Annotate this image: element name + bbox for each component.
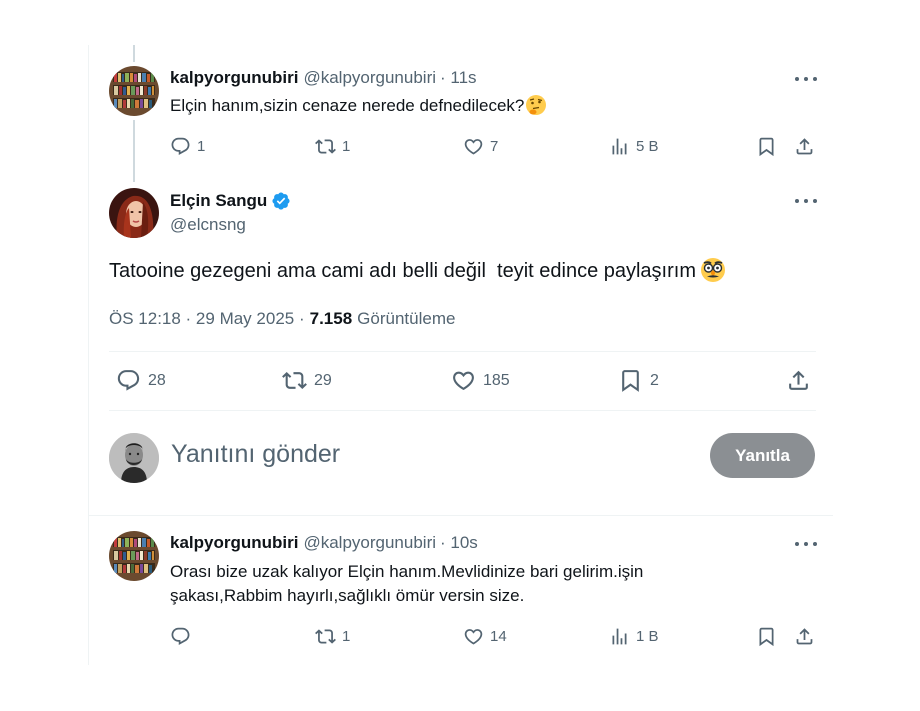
tweet-meta: ÖS 12:18 · 29 May 2025 · 7.158 Görüntüle… (109, 309, 455, 329)
tweet-text-line: Orası bize uzak kalıyor Elçin hanım.Mevl… (170, 562, 644, 581)
divider (109, 410, 816, 411)
reply-icon (171, 627, 190, 645)
retweet-icon (282, 372, 307, 389)
avatar[interactable] (109, 188, 159, 238)
avatar[interactable] (109, 531, 159, 581)
retweet-icon (315, 139, 336, 154)
timestamp[interactable]: · 11s (440, 68, 477, 88)
thread-line (133, 120, 135, 182)
timestamp[interactable]: · 10s (440, 533, 478, 553)
bookshelf-avatar-image (109, 66, 159, 116)
like-count: 14 (490, 628, 507, 645)
views-action[interactable]: 5 B (609, 136, 659, 157)
tweet-text-line: şakası,Rabbim hayırlı,sağlıklı ömür vers… (170, 586, 525, 605)
retweet-action[interactable]: 1 (315, 136, 350, 157)
share-icon (789, 370, 808, 390)
user-photo-image (109, 433, 159, 483)
analytics-icon (612, 628, 627, 645)
handle[interactable]: @kalpyorgunubiri (303, 533, 436, 553)
reply-button[interactable]: Yanıtla (710, 433, 815, 478)
heart-icon (453, 371, 474, 391)
display-name[interactable]: kalpyorgunubiri (170, 68, 298, 88)
share-action[interactable] (794, 626, 815, 647)
bookmark-icon (622, 370, 639, 392)
display-name[interactable]: Elçin Sangu (170, 191, 267, 211)
like-action[interactable]: 7 (463, 136, 498, 157)
heart-icon (464, 139, 483, 155)
bookshelf-avatar-image (109, 531, 159, 581)
more-options-icon[interactable] (795, 196, 817, 206)
reply-action[interactable]: 28 (116, 368, 166, 393)
reply-count: 1 (197, 138, 206, 155)
bookmark-icon (759, 627, 774, 647)
thinking-face-icon (526, 95, 547, 116)
like-count: 7 (490, 138, 499, 155)
analytics-icon (612, 138, 627, 155)
display-name[interactable]: kalpyorgunubiri (170, 533, 298, 553)
more-options-icon[interactable] (795, 539, 817, 549)
retweet-action[interactable]: 1 (315, 626, 350, 647)
views-count: 5 B (636, 138, 659, 155)
bookmark-count: 2 (650, 371, 659, 389)
tweet-text: Tatooine gezegeni ama cami adı belli değ… (109, 257, 726, 285)
reply-icon (171, 137, 190, 155)
bookmark-action[interactable] (756, 626, 777, 647)
retweet-action[interactable]: 29 (282, 368, 332, 393)
reply-action[interactable]: 1 (170, 136, 205, 157)
handle[interactable]: @kalpyorgunubiri (303, 68, 436, 88)
tweet-text: Elçin hanım,sizin cenaze nerede defnedil… (170, 94, 547, 118)
views-count: 1 B (636, 628, 659, 645)
bookmark-action[interactable]: 2 (618, 368, 659, 393)
reply-icon (117, 370, 140, 391)
reply-action[interactable] (170, 626, 197, 647)
avatar[interactable] (109, 66, 159, 116)
divider (109, 351, 816, 352)
share-icon (796, 628, 813, 645)
like-count: 185 (483, 371, 510, 389)
share-action[interactable] (786, 368, 811, 393)
retweet-count: 1 (342, 628, 351, 645)
views-count: 7.158 (309, 309, 353, 328)
current-user-avatar[interactable] (109, 433, 159, 483)
retweet-icon (315, 629, 336, 644)
bookmark-action[interactable] (756, 136, 777, 157)
retweet-count: 1 (342, 138, 351, 155)
section-divider (88, 515, 833, 516)
post-timestamp[interactable]: ÖS 12:18 · 29 May 2025 · (109, 309, 305, 329)
share-action[interactable] (794, 136, 815, 157)
like-action[interactable]: 14 (463, 626, 507, 647)
tweet-text: Orası bize uzak kalıyor Elçin hanım.Mevl… (170, 560, 643, 608)
bookmark-icon (759, 137, 774, 157)
tweet-header: kalpyorgunubiri @kalpyorgunubiri · 10s (170, 533, 478, 553)
reply-count: 28 (148, 371, 166, 389)
like-action[interactable]: 185 (451, 368, 510, 393)
profile-photo-image (109, 188, 159, 238)
author-header: Elçin Sangu (170, 190, 291, 212)
tweet-text-content: Tatooine gezegeni ama cami adı belli değ… (109, 260, 696, 282)
disguised-face-icon (701, 257, 725, 282)
views-label: Görüntüleme (357, 309, 456, 328)
views-action[interactable]: 1 B (609, 626, 659, 647)
verified-badge-icon[interactable] (271, 191, 291, 211)
more-options-icon[interactable] (795, 74, 817, 84)
tweet-header: kalpyorgunubiri @kalpyorgunubiri · 11s (170, 68, 477, 88)
retweet-count: 29 (314, 371, 332, 389)
handle[interactable]: @elcnsng (170, 215, 246, 235)
heart-icon (464, 629, 483, 645)
tweet-text-content: Elçin hanım,sizin cenaze nerede defnedil… (170, 96, 525, 115)
thread-line (133, 45, 135, 62)
share-icon (796, 138, 813, 155)
reply-input[interactable]: Yanıtını gönder (171, 440, 340, 469)
